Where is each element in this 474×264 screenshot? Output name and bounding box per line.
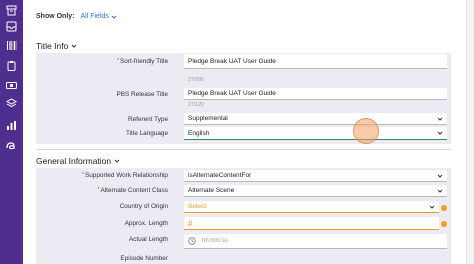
a-logo-icon[interactable] bbox=[5, 139, 18, 152]
actual-length-input[interactable]: hh:mm:ss bbox=[184, 234, 447, 249]
approx-length-label: Approx. Length bbox=[124, 220, 168, 227]
sort-friendly-title-counter: 27/500 bbox=[188, 77, 204, 83]
required-marker: * bbox=[82, 172, 84, 178]
chevron-down-icon bbox=[111, 15, 117, 19]
general-info-panel: *Supported Work Relationship *Alternate … bbox=[36, 168, 451, 264]
side-nav-rail bbox=[0, 0, 23, 264]
title-info-header[interactable]: Title Info bbox=[36, 41, 77, 51]
section-title: Title Info bbox=[36, 41, 69, 51]
pbs-release-title-counter: 27/120 bbox=[188, 102, 204, 108]
episode-number-label: Episode Number bbox=[120, 255, 168, 262]
referent-type-select[interactable]: Supplemental bbox=[184, 113, 447, 125]
supported-work-relationship-select[interactable]: isAlternateContentFor bbox=[184, 170, 447, 182]
barcode-icon[interactable] bbox=[5, 39, 18, 52]
cursor-highlight bbox=[353, 118, 379, 144]
alternate-content-class-label: *Alternate Content Class bbox=[97, 187, 168, 194]
bar-chart-icon[interactable] bbox=[5, 119, 18, 132]
title-language-label: Title Language bbox=[125, 130, 168, 137]
warning-indicator-icon bbox=[441, 205, 447, 211]
chevron-down-icon bbox=[437, 188, 443, 194]
metadata-form: Show Only: All Fields Title Info *Sort-f… bbox=[23, 0, 466, 264]
clipboard-icon[interactable] bbox=[5, 59, 18, 72]
actual-length-label: Actual Length bbox=[128, 236, 168, 243]
chevron-down-icon bbox=[429, 204, 435, 210]
country-of-origin-select[interactable]: Select bbox=[184, 201, 439, 213]
general-info-header[interactable]: General Information bbox=[36, 156, 120, 166]
chevron-down-icon bbox=[71, 44, 77, 48]
section-divider bbox=[36, 149, 451, 150]
pbs-release-title-label: PBS Release Title bbox=[116, 91, 168, 98]
section-title: General Information bbox=[36, 156, 112, 166]
filter-label: Show Only: bbox=[36, 13, 75, 20]
chevron-down-icon bbox=[114, 159, 120, 163]
archive-icon[interactable] bbox=[5, 4, 18, 17]
required-marker: * bbox=[117, 58, 120, 64]
filter-dropdown[interactable]: All Fields bbox=[81, 13, 117, 20]
chevron-down-icon bbox=[437, 116, 443, 122]
layers-icon[interactable] bbox=[5, 97, 18, 110]
chevron-down-icon bbox=[437, 130, 443, 136]
required-marker: * bbox=[97, 187, 100, 193]
approx-length-input[interactable]: # bbox=[184, 217, 439, 230]
title-language-select[interactable]: English bbox=[184, 127, 447, 140]
sort-friendly-title-label: *Sort-friendly Title bbox=[117, 58, 168, 65]
referent-type-label: Referent Type bbox=[127, 116, 168, 123]
chevron-down-icon bbox=[437, 173, 443, 179]
country-of-origin-label: Country of Origin bbox=[119, 203, 168, 210]
field-filter: Show Only: All Fields bbox=[36, 13, 117, 20]
clock-icon bbox=[188, 237, 196, 245]
filter-value: All Fields bbox=[80, 13, 109, 20]
supported-work-relationship-label: *Supported Work Relationship bbox=[82, 172, 168, 179]
right-panel-edge bbox=[466, 0, 474, 264]
sort-friendly-title-input[interactable]: Pledge Break UAT User Guide bbox=[184, 54, 447, 69]
alternate-content-class-select[interactable]: Alternate Scene bbox=[184, 185, 447, 197]
warning-indicator-icon bbox=[441, 221, 447, 227]
inbox-icon[interactable] bbox=[5, 20, 18, 33]
cash-icon[interactable] bbox=[5, 79, 18, 92]
pbs-release-title-input[interactable]: Pledge Break UAT User Guide bbox=[184, 88, 447, 100]
app-root: Show Only: All Fields Title Info *Sort-f… bbox=[0, 0, 474, 264]
